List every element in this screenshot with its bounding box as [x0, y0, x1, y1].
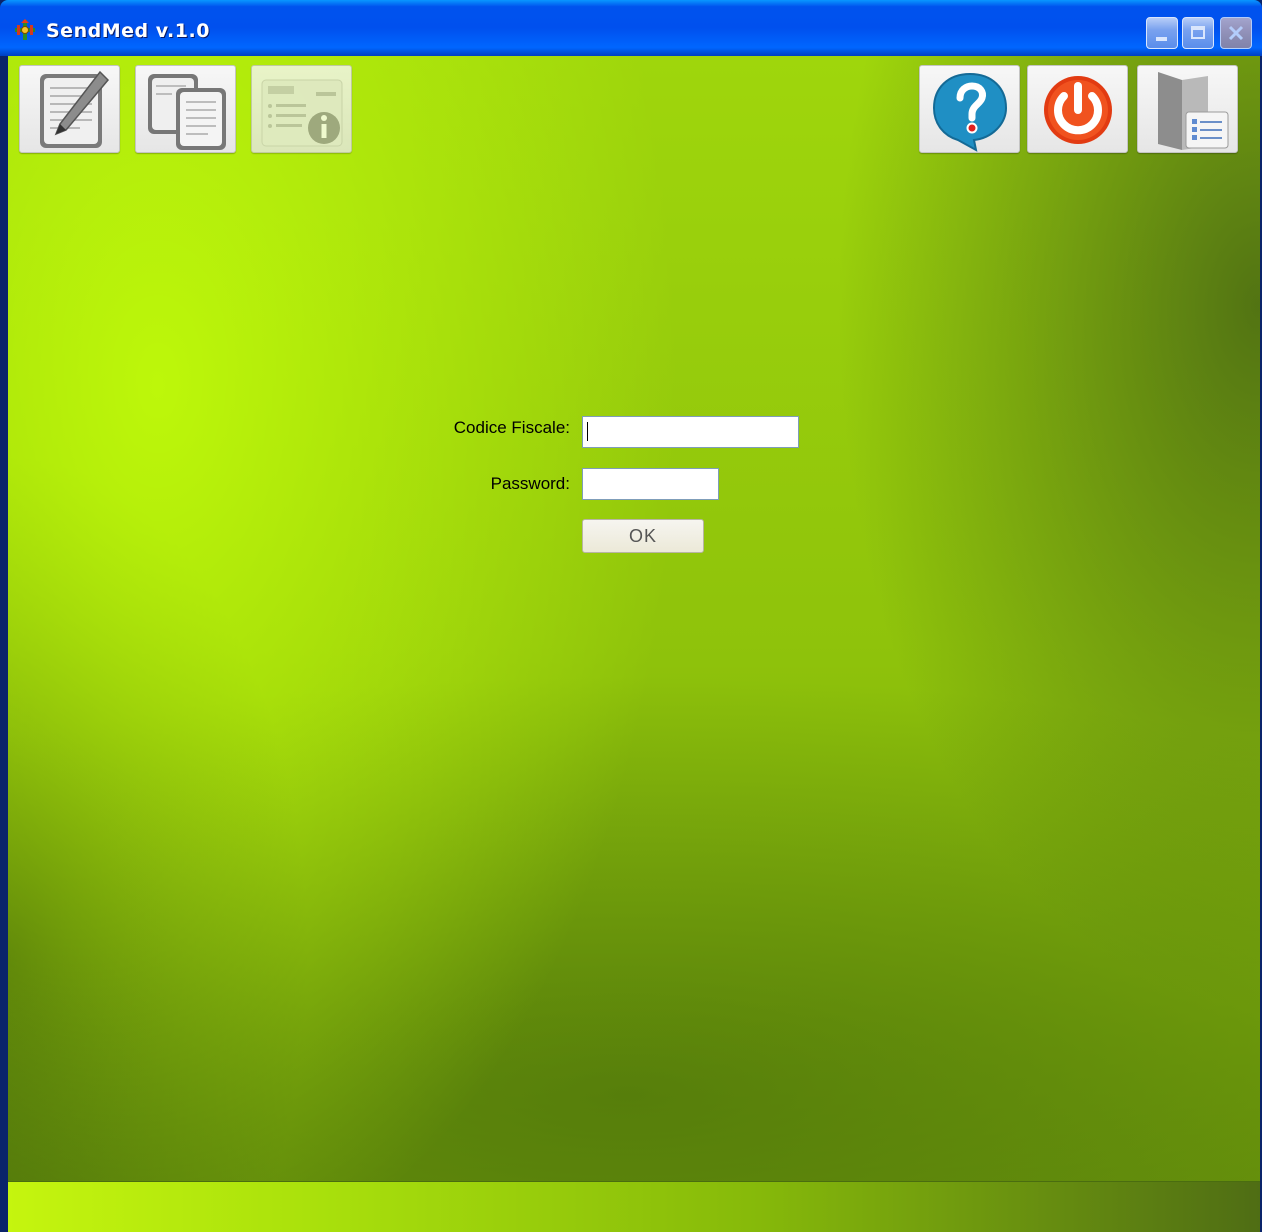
- settings-button[interactable]: [1137, 65, 1238, 153]
- maximize-button[interactable]: [1182, 17, 1214, 49]
- help-bubble-icon: [932, 72, 1008, 152]
- document-info-button[interactable]: [251, 65, 352, 153]
- document-info-icon: [261, 79, 343, 147]
- copy-documents-button[interactable]: [135, 65, 236, 153]
- app-logo-icon: [15, 19, 35, 40]
- password-label: Password:: [490, 474, 570, 493]
- ok-button[interactable]: OK: [582, 519, 704, 553]
- app-window: SendMed v.1.0 Codice Fiscale: Password: …: [0, 0, 1262, 1232]
- main-area: Codice Fiscale: Password: OK: [8, 56, 1260, 1232]
- close-icon: [1228, 25, 1244, 41]
- footer-bar: [8, 1181, 1260, 1232]
- password-input[interactable]: [582, 468, 719, 500]
- minimize-button[interactable]: [1146, 17, 1178, 49]
- folder-checklist-icon: [1158, 72, 1229, 150]
- help-button[interactable]: [919, 65, 1020, 153]
- window-title: SendMed v.1.0: [46, 20, 210, 42]
- power-icon: [1044, 76, 1112, 144]
- maximize-icon: [1191, 26, 1205, 39]
- minimize-icon: [1156, 37, 1167, 41]
- documents-icon: [148, 74, 226, 150]
- codice-fiscale-input[interactable]: [582, 416, 799, 448]
- power-button[interactable]: [1027, 65, 1128, 153]
- edit-document-button[interactable]: [19, 65, 120, 153]
- title-bar[interactable]: SendMed v.1.0: [0, 0, 1262, 56]
- text-caret: [587, 422, 588, 441]
- pencil-document-icon: [40, 70, 110, 148]
- close-button[interactable]: [1220, 17, 1252, 49]
- codice-fiscale-label: Codice Fiscale:: [453, 418, 570, 437]
